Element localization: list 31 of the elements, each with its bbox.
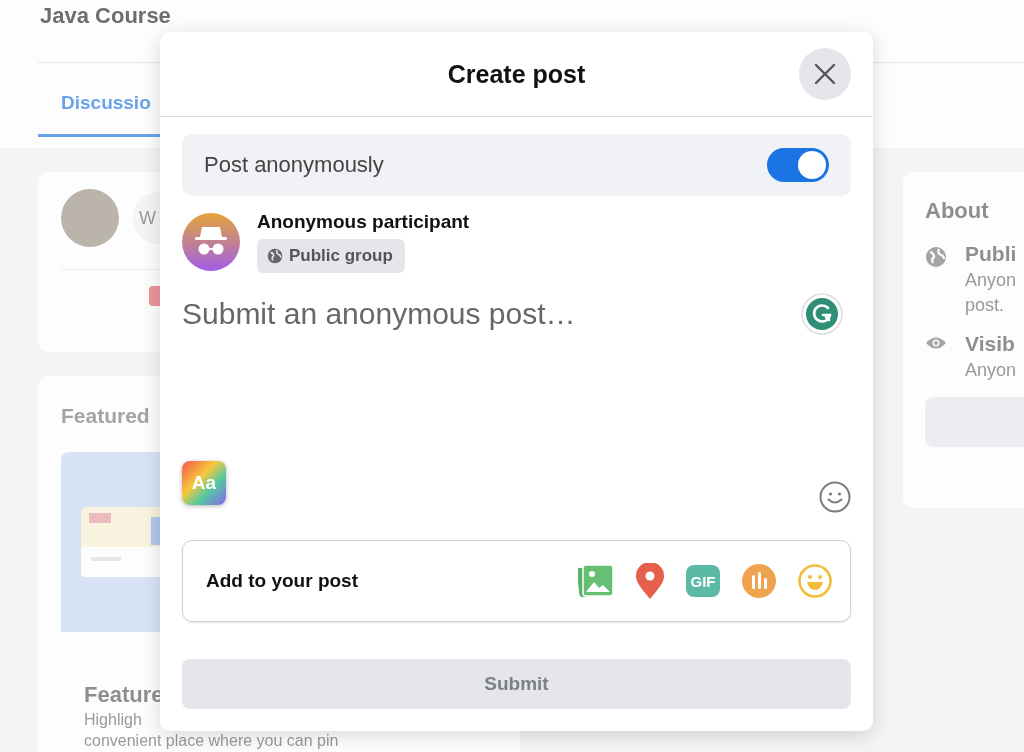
card-text: Highligh [84, 711, 143, 729]
post-text-field[interactable]: Submit an anonymous post… [182, 297, 801, 331]
toggle-switch[interactable] [767, 148, 829, 182]
toggle-label: Post anonymously [204, 152, 384, 178]
about-item-text: post. [965, 295, 1006, 316]
photo-icon[interactable] [578, 564, 614, 598]
globe-icon [267, 248, 283, 264]
letter-g-icon[interactable] [801, 293, 843, 335]
card-title: Feature [84, 682, 165, 708]
about-item-title: Visib [965, 332, 1016, 356]
about-item-title: Publi [965, 242, 1017, 266]
bar-chart-icon[interactable] [742, 564, 776, 598]
course-title: Java Course [39, 2, 172, 30]
audience-badge[interactable]: Public group [257, 239, 405, 273]
author-name: Anonymous participant [257, 211, 470, 233]
panel-label: Add to your post [206, 570, 358, 592]
close-icon [814, 63, 836, 85]
about-item-text: Anyon [965, 270, 1017, 291]
incognito-avatar-icon [182, 213, 240, 271]
card-text: convenient place where you can pin [84, 732, 340, 750]
dialog-title: Create post [447, 59, 586, 89]
gif-button[interactable]: GIF [686, 565, 720, 597]
globe-icon [925, 246, 947, 268]
section-heading: About [925, 198, 990, 224]
close-button[interactable] [799, 48, 851, 100]
section-heading: Featured [61, 404, 151, 428]
location-pin-icon[interactable] [636, 563, 664, 599]
smiley-icon[interactable] [819, 481, 851, 513]
text-style-button[interactable]: Aa [182, 461, 226, 505]
about-item-text: Anyon [965, 360, 1017, 381]
eye-icon [925, 336, 947, 350]
